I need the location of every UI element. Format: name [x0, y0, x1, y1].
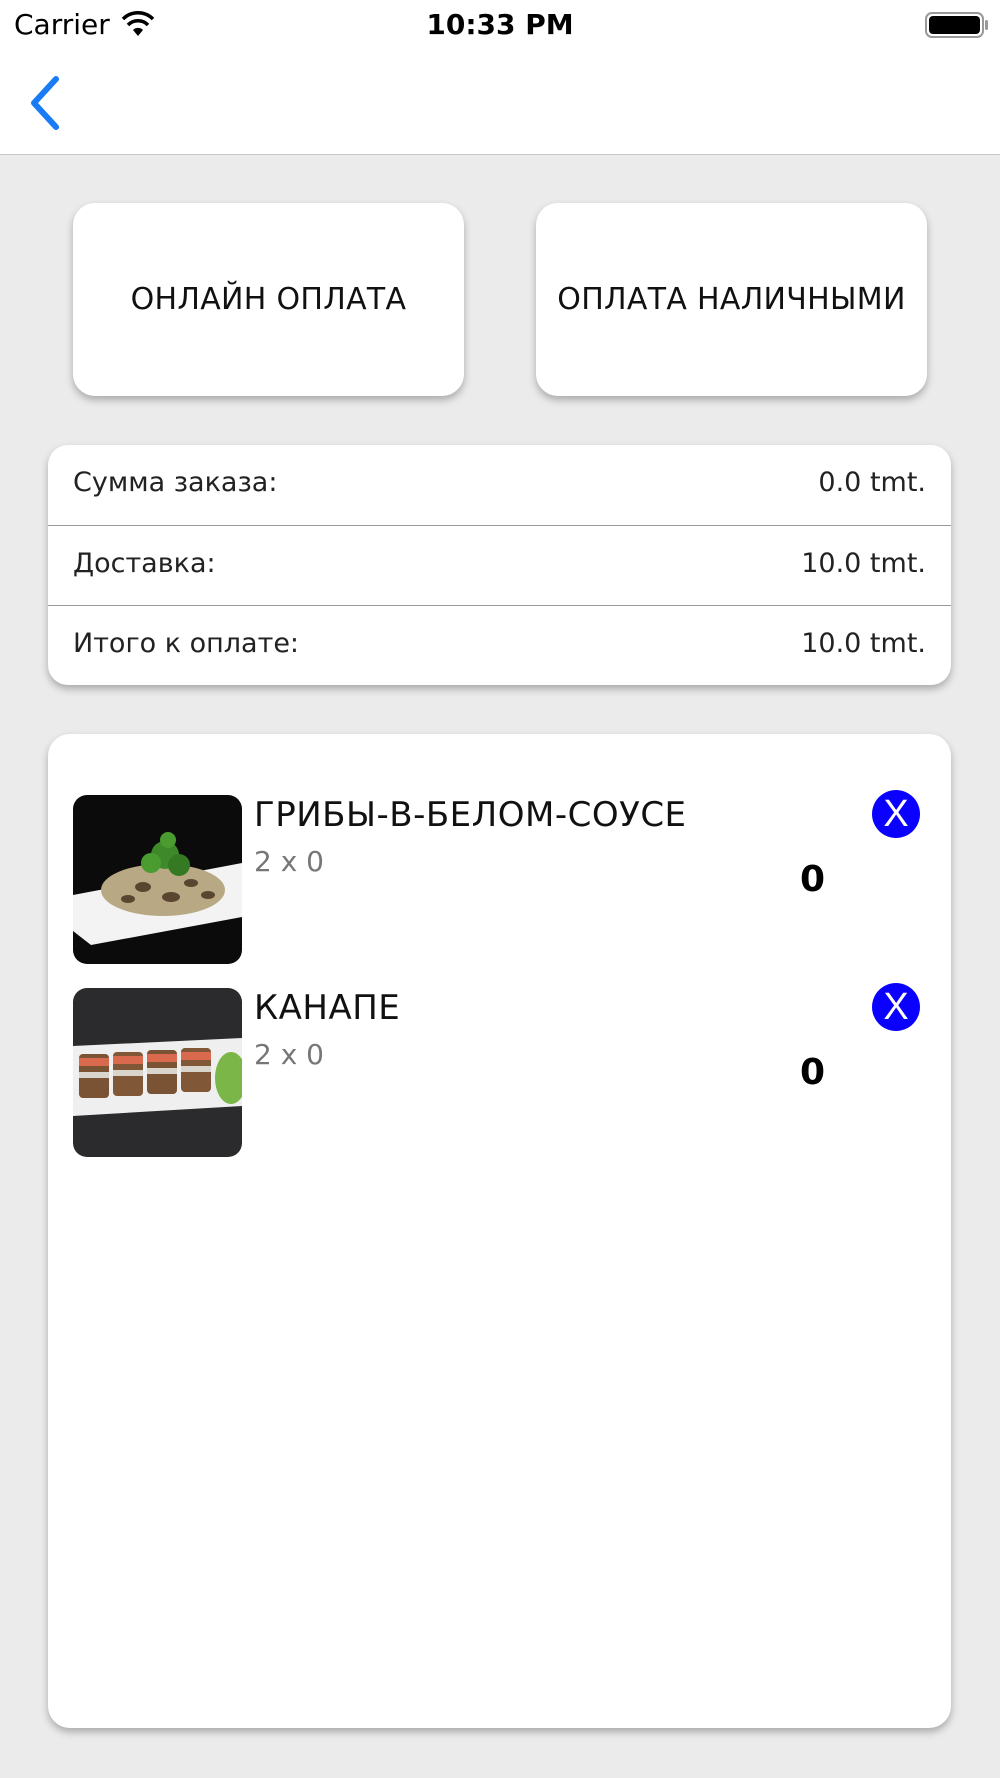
subtotal-label: Сумма заказа:	[73, 467, 278, 498]
online-payment-button[interactable]: ОНЛАЙН ОПЛАТА	[73, 203, 464, 396]
remove-item-button[interactable]: X	[872, 790, 920, 838]
back-chevron-icon[interactable]	[26, 75, 66, 131]
battery-icon	[925, 12, 988, 38]
nav-bar	[0, 50, 1000, 155]
item-name: ГРИБЫ-В-БЕЛОМ-СОУСЕ	[254, 795, 687, 835]
total-value: 10.0 tmt.	[801, 628, 926, 659]
delivery-label: Доставка:	[73, 548, 216, 579]
item-name: КАНАПЕ	[254, 988, 401, 1028]
cash-payment-button[interactable]: ОПЛАТА НАЛИЧНЫМИ	[536, 203, 927, 396]
item-quantity-price: 2 x 0	[254, 1038, 324, 1071]
canape-dish-photo	[73, 988, 242, 1157]
order-summary-card: Сумма заказа: 0.0 tmt. Доставка: 10.0 tm…	[48, 445, 951, 685]
item-quantity-price: 2 x 0	[254, 845, 324, 878]
delivery-value: 10.0 tmt.	[801, 548, 926, 579]
item-total: 0	[800, 1052, 826, 1093]
summary-row-subtotal: Сумма заказа: 0.0 tmt.	[48, 445, 951, 525]
remove-item-button[interactable]: X	[872, 983, 920, 1031]
status-bar: Carrier 10:33 PM	[0, 0, 1000, 50]
cart-item: ГРИБЫ-В-БЕЛОМ-СОУСЕ 2 x 0 0 X	[48, 790, 951, 965]
cart-list-card: ГРИБЫ-В-БЕЛОМ-СОУСЕ 2 x 0 0 X КАНАПЕ 2 x…	[48, 734, 951, 1728]
subtotal-value: 0.0 tmt.	[818, 467, 926, 498]
total-label: Итого к оплате:	[73, 628, 300, 659]
summary-row-total: Итого к оплате: 10.0 tmt.	[48, 606, 951, 685]
mushroom-dish-photo	[73, 795, 242, 964]
summary-row-delivery: Доставка: 10.0 tmt.	[48, 526, 951, 606]
item-total: 0	[800, 859, 826, 900]
status-time: 10:33 PM	[426, 8, 574, 41]
cart-item: КАНАПЕ 2 x 0 0 X	[48, 983, 951, 1158]
